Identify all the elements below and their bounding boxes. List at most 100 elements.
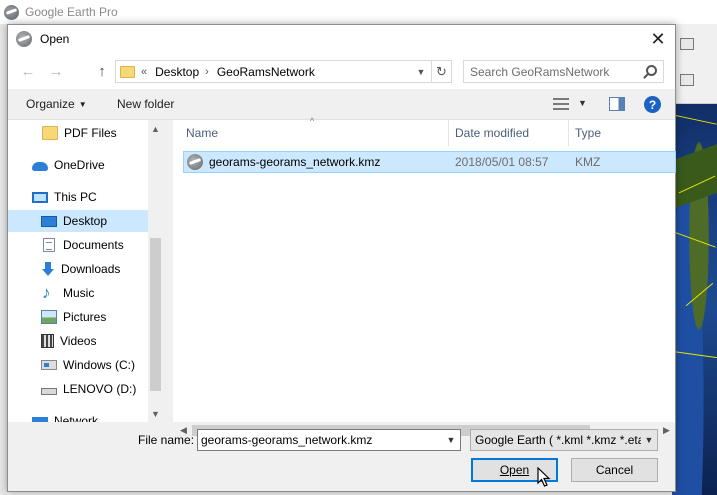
nav-item-label: Videos xyxy=(60,334,97,348)
mouse-cursor-icon xyxy=(537,467,551,487)
forward-arrow-icon[interactable]: → xyxy=(46,61,66,81)
drive-icon xyxy=(41,388,57,395)
refresh-button[interactable]: ↻ xyxy=(432,60,452,83)
file-type-value: Google Earth ( *.kml *.kmz *.eta xyxy=(475,433,645,447)
onedrive-icon xyxy=(32,162,48,171)
dialog-title: Open xyxy=(40,32,70,46)
breadcrumb-georamsnetwork[interactable]: GeoRamsNetwork xyxy=(217,65,315,79)
nav-item-pdf-files[interactable]: PDF Files xyxy=(42,122,148,144)
file-type-dropdown[interactable]: Google Earth ( *.kml *.kmz *.eta ▼ xyxy=(470,429,658,451)
nav-item-label: Pictures xyxy=(63,310,107,324)
nav-item-lenovo-d[interactable]: LENOVO (D:) xyxy=(41,378,148,400)
search-icon[interactable] xyxy=(646,65,657,76)
nav-item-label: PDF Files xyxy=(64,126,117,140)
nav-item-onedrive[interactable]: OneDrive xyxy=(32,154,148,176)
google-earth-map-view[interactable] xyxy=(672,24,717,495)
videos-icon xyxy=(41,334,54,348)
organize-label: Organize xyxy=(26,97,75,111)
column-header-date-modified[interactable]: Date modified xyxy=(449,120,569,146)
scroll-down-icon[interactable]: ▼ xyxy=(148,405,163,422)
dialog-titlebar[interactable]: Open ✕ xyxy=(8,25,675,53)
google-earth-app-icon xyxy=(16,31,32,47)
nav-item-network[interactable]: Network xyxy=(32,410,148,422)
cancel-button[interactable]: Cancel xyxy=(571,458,658,482)
file-name-input[interactable]: georams-georams_network.kmz ▼ xyxy=(197,429,461,451)
view-options-icon[interactable] xyxy=(553,98,569,110)
nav-item-videos[interactable]: Videos xyxy=(41,330,148,352)
breadcrumb-desktop[interactable]: Desktop xyxy=(155,65,199,79)
chevron-down-icon[interactable]: ▼ xyxy=(442,430,460,450)
open-button-label: Open xyxy=(499,463,530,477)
organize-menu[interactable]: Organize ▼ xyxy=(26,97,87,111)
map-border-line xyxy=(672,114,717,125)
nav-item-pictures[interactable]: Pictures xyxy=(41,306,148,328)
new-folder-button[interactable]: New folder xyxy=(117,97,174,111)
column-header-name[interactable]: Name xyxy=(173,120,449,146)
up-arrow-icon[interactable]: ↑ xyxy=(92,61,112,81)
nav-item-label: Windows (C:) xyxy=(63,358,136,372)
search-placeholder: Search GeoRamsNetwork xyxy=(470,64,610,79)
map-border-line xyxy=(672,350,717,359)
breadcrumb-separator[interactable]: › xyxy=(205,66,209,78)
downloads-icon xyxy=(41,262,55,276)
documents-icon xyxy=(43,238,55,252)
map-tool-icon[interactable] xyxy=(680,38,694,50)
nav-item-label: Desktop xyxy=(63,214,108,228)
cancel-button-label: Cancel xyxy=(595,463,634,477)
preview-pane-icon[interactable] xyxy=(609,97,625,111)
nav-pane-scrollbar[interactable]: ▲ ▼ xyxy=(148,120,163,422)
map-border-line xyxy=(673,231,716,248)
google-earth-title: Google Earth Pro xyxy=(25,5,118,19)
address-bar[interactable]: « Desktop › GeoRamsNetwork ▼ xyxy=(115,60,432,83)
windows-drive-icon xyxy=(41,360,57,370)
scroll-up-icon[interactable]: ▲ xyxy=(148,120,163,137)
chevron-down-icon[interactable]: ▼ xyxy=(641,430,657,450)
scrollbar-thumb[interactable] xyxy=(150,238,161,391)
google-earth-toolbar xyxy=(672,24,717,104)
search-input[interactable]: Search GeoRamsNetwork xyxy=(463,60,664,83)
google-earth-left-panel xyxy=(0,24,7,495)
scroll-right-icon[interactable]: ▶ xyxy=(658,422,675,439)
folder-icon xyxy=(42,126,58,140)
nav-item-label: Downloads xyxy=(61,262,121,276)
chevron-down-icon[interactable]: ▼ xyxy=(411,61,431,82)
map-border-line xyxy=(685,282,714,307)
nav-item-label: Network xyxy=(54,414,99,422)
nav-item-music[interactable]: Music xyxy=(41,282,148,304)
nav-item-downloads[interactable]: Downloads xyxy=(41,258,148,280)
nav-item-label: OneDrive xyxy=(54,158,105,172)
file-row[interactable]: georams-georams_network.kmz 2018/05/01 0… xyxy=(183,151,676,173)
nav-item-label: This PC xyxy=(54,190,97,204)
navigation-pane[interactable]: PDF Files OneDrive This PC Desktop Docum… xyxy=(8,120,163,422)
caret-down-icon: ▼ xyxy=(78,100,87,109)
nav-item-documents[interactable]: Documents xyxy=(41,234,148,256)
file-list[interactable]: ^ Name Date modified Type georams-georam… xyxy=(172,116,676,422)
back-arrow-icon[interactable]: ← xyxy=(18,61,38,81)
close-button[interactable]: ✕ xyxy=(641,25,675,53)
nav-item-this-pc[interactable]: This PC xyxy=(32,186,148,208)
kmz-file-icon xyxy=(187,154,203,170)
nav-item-label: Documents xyxy=(63,238,124,252)
nav-item-windows-c[interactable]: Windows (C:) xyxy=(41,354,148,376)
nav-item-label: LENOVO (D:) xyxy=(63,382,137,396)
command-toolbar: Organize ▼ New folder ▼ ? xyxy=(8,89,675,120)
folder-icon xyxy=(120,65,135,78)
open-dialog: Open ✕ ← → ↑ « Desktop › GeoRamsNetwork … xyxy=(7,24,676,492)
navigation-bar: ← → ↑ « Desktop › GeoRamsNetwork ▼ ↻ Sea… xyxy=(8,53,675,89)
view-dropdown-icon[interactable]: ▼ xyxy=(578,98,587,108)
music-icon xyxy=(41,283,57,303)
file-name-cell: georams-georams_network.kmz xyxy=(209,155,381,169)
desktop-icon xyxy=(41,215,57,227)
this-pc-icon xyxy=(32,191,48,203)
breadcrumb-overflow[interactable]: « xyxy=(141,66,147,78)
file-date-cell: 2018/05/01 08:57 xyxy=(455,155,549,169)
google-earth-logo-icon xyxy=(4,4,19,20)
nav-item-label: Music xyxy=(63,286,95,300)
map-tool-icon[interactable] xyxy=(680,74,694,86)
file-name-label: File name: xyxy=(138,433,195,447)
network-icon xyxy=(32,417,48,422)
column-header-type[interactable]: Type xyxy=(569,120,676,146)
pictures-icon xyxy=(41,310,57,324)
nav-item-desktop[interactable]: Desktop xyxy=(8,210,148,232)
help-icon[interactable]: ? xyxy=(644,96,661,113)
